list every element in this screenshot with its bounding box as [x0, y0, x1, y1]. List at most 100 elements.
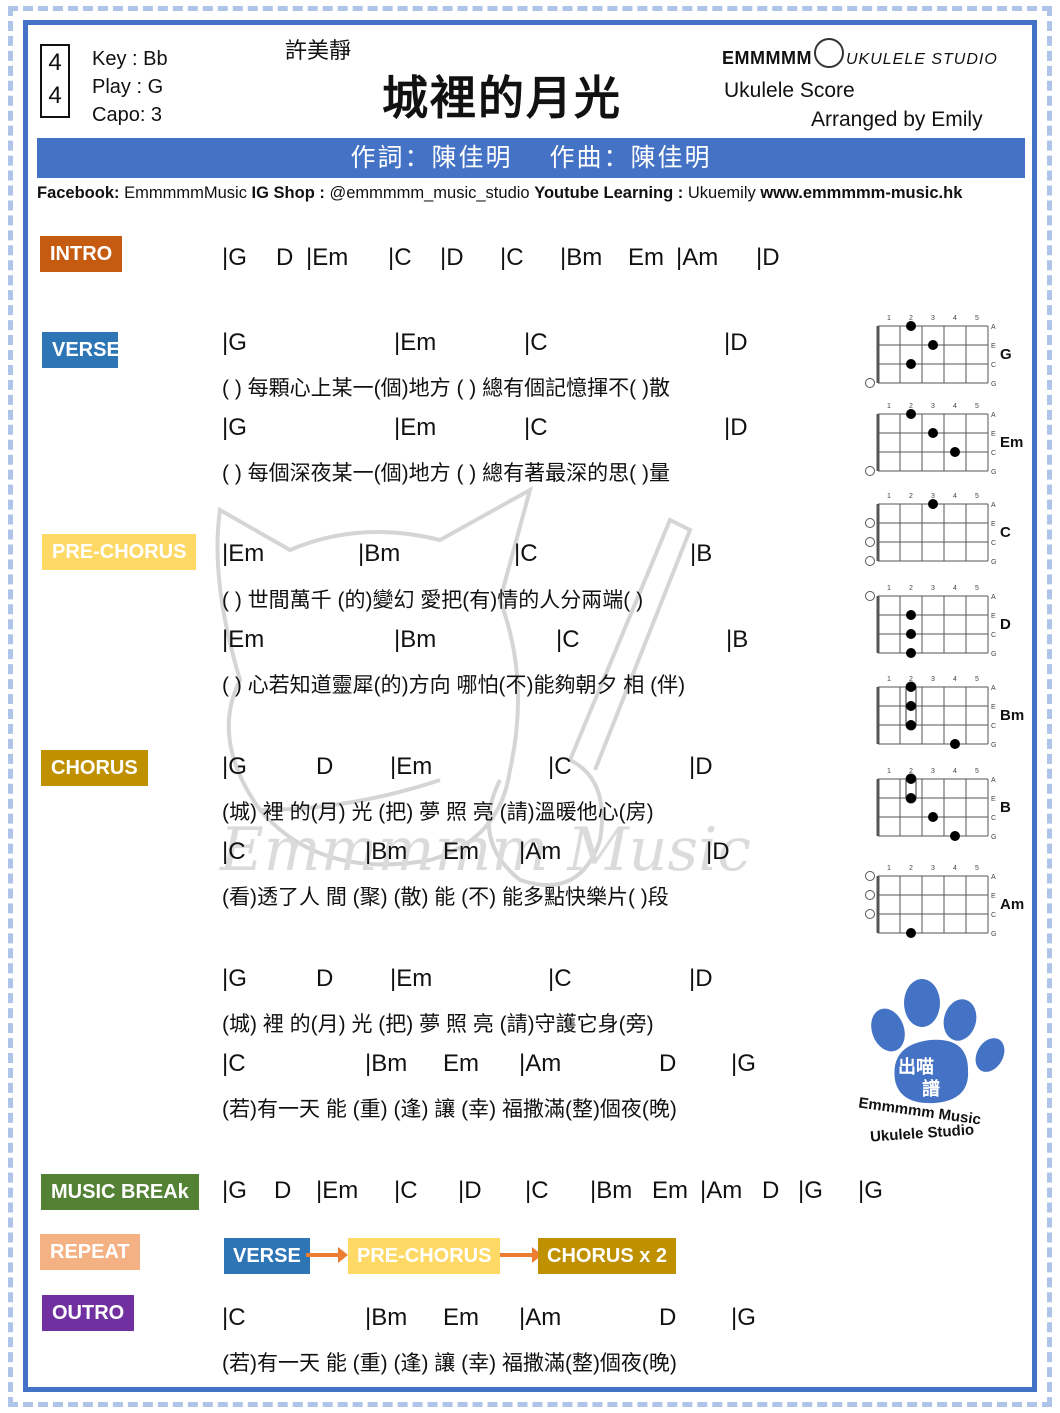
- chord-symbol: |Em: [222, 626, 265, 653]
- string-name: C: [991, 362, 996, 369]
- chord-symbol: |Em: [306, 244, 349, 271]
- lyricist-credit: 作詞：陳佳明: [350, 144, 513, 172]
- string-name: C: [991, 450, 996, 457]
- chord-diagram-name: D: [1000, 616, 1011, 633]
- chord-diagram-c: 12345AECGC: [862, 490, 1032, 570]
- fret-number: 4: [953, 768, 957, 775]
- finger-dot: [906, 321, 916, 331]
- chord-symbol: |G: [222, 329, 247, 356]
- fret-number: 2: [909, 493, 913, 500]
- finger-dot: [950, 831, 960, 841]
- open-string-marker: [865, 537, 875, 547]
- chord-symbol: D: [762, 1177, 780, 1204]
- fret-number: 4: [953, 865, 957, 872]
- chord-diagram-bm: 1 2 3 4 5 A E C G Bm: [862, 673, 1032, 753]
- time-signature-bottom: 4: [48, 82, 62, 109]
- chord-symbol: |G: [858, 1177, 883, 1204]
- brand-main: EMMMMM: [722, 47, 812, 68]
- chord-symbol: |C: [222, 838, 246, 865]
- finger-dot: [906, 648, 916, 658]
- open-string-marker: [865, 591, 875, 601]
- chord-symbol: |Em: [390, 965, 433, 992]
- paw-text-2: 譜: [922, 1079, 940, 1099]
- studio-logo-icon: [813, 38, 844, 68]
- chord-symbol: Em: [652, 1177, 688, 1204]
- website-link[interactable]: www.emmmmm-music.hk: [760, 184, 962, 202]
- artist-name: 許美靜: [285, 38, 352, 63]
- chord-symbol: |Bm: [365, 1304, 408, 1331]
- lyric-line: (城) 裡 的(月) 光 (把) 夢 照 亮 (請)溫暖他心(房): [222, 801, 654, 824]
- string-name: C: [991, 723, 996, 730]
- finger-dot: [906, 928, 916, 938]
- chord-symbol: Em: [443, 1304, 479, 1331]
- chord-symbol: |G: [222, 753, 247, 780]
- string-name: A: [991, 777, 996, 784]
- fret-number: 4: [953, 403, 957, 410]
- chord-symbol: |G: [222, 965, 247, 992]
- chord-diagram-name: B: [1000, 799, 1011, 816]
- string-name: C: [991, 632, 996, 639]
- chord-symbol: |C: [500, 244, 524, 271]
- finger-dot: [906, 793, 916, 803]
- arrow-right-icon: [306, 1247, 348, 1263]
- fret-number: 1: [887, 676, 891, 683]
- ig-link[interactable]: @emmmmm_music_studio: [329, 184, 529, 202]
- finger-dot: [906, 409, 916, 419]
- string-name: E: [991, 431, 996, 438]
- finger-dot: [928, 428, 938, 438]
- fret-number: 3: [931, 585, 935, 592]
- chord-symbol: |Bm: [358, 540, 401, 567]
- studio-brand: EMMMMM UKULELE STUDIO: [722, 38, 998, 74]
- time-signature-top: 4: [48, 49, 62, 76]
- finger-dot: [906, 701, 916, 711]
- chord-symbol: |C: [514, 540, 538, 567]
- finger-dot: [906, 774, 916, 784]
- chord-diagram-em: 1 2 3 4 5 A E C G Em: [862, 400, 1032, 480]
- string-name: G: [991, 742, 996, 749]
- section-tag-pre-chorus: PRE-CHORUS: [42, 534, 197, 570]
- finger-dot: [906, 720, 916, 730]
- chord-symbol: |G: [222, 1177, 247, 1204]
- chord-diagram-name: G: [1000, 346, 1012, 363]
- chord-diagram-d: 1 2 3 4 5 A E C G D: [862, 582, 1032, 662]
- fret-number: 4: [953, 676, 957, 683]
- fret-number: 3: [931, 315, 935, 322]
- fret-number: 1: [887, 403, 891, 410]
- chord-symbol: |D: [440, 244, 464, 271]
- chord-symbol: D: [274, 1177, 292, 1204]
- chord-symbol: |C: [388, 244, 412, 271]
- finger-dot: [928, 812, 938, 822]
- fret-number: 5: [975, 676, 979, 683]
- fret-number: 5: [975, 315, 979, 322]
- youtube-link[interactable]: Ukuemily: [688, 184, 756, 202]
- stamp-line-2: Ukulele Studio: [869, 1121, 975, 1146]
- fret-number: 3: [931, 403, 935, 410]
- chord-symbol: |D: [458, 1177, 482, 1204]
- chord-diagram-g: 12345AECGG: [862, 312, 1032, 392]
- string-name: C: [991, 540, 996, 547]
- chord-symbol: |C: [524, 414, 548, 441]
- string-name: E: [991, 613, 996, 620]
- chord-symbol: |G: [731, 1050, 756, 1077]
- chord-symbol: |C: [548, 753, 572, 780]
- string-name: C: [991, 815, 996, 822]
- string-name: G: [991, 931, 996, 938]
- fret-number: 3: [931, 768, 935, 775]
- chord-symbol: D: [659, 1304, 677, 1331]
- fret-number: 5: [975, 768, 979, 775]
- finger-dot: [950, 447, 960, 457]
- ig-label: IG Shop :: [251, 184, 325, 202]
- open-string-marker: [865, 518, 875, 528]
- facebook-link[interactable]: EmmmmmMusic: [124, 184, 247, 202]
- chord-symbol: |Em: [394, 414, 437, 441]
- chord-symbol: D: [276, 244, 294, 271]
- studio-paw-stamp: 出喵 譜 Emmmmm Music Ukulele Studio: [850, 975, 1010, 1150]
- fret-number: 1: [887, 768, 891, 775]
- chord-symbol: |Em: [390, 753, 433, 780]
- string-name: G: [991, 834, 996, 841]
- fret-number: 1: [887, 865, 891, 872]
- finger-dot: [928, 499, 938, 509]
- open-string-marker: [865, 890, 875, 900]
- finger-dot: [906, 359, 916, 369]
- finger-dot: [950, 739, 960, 749]
